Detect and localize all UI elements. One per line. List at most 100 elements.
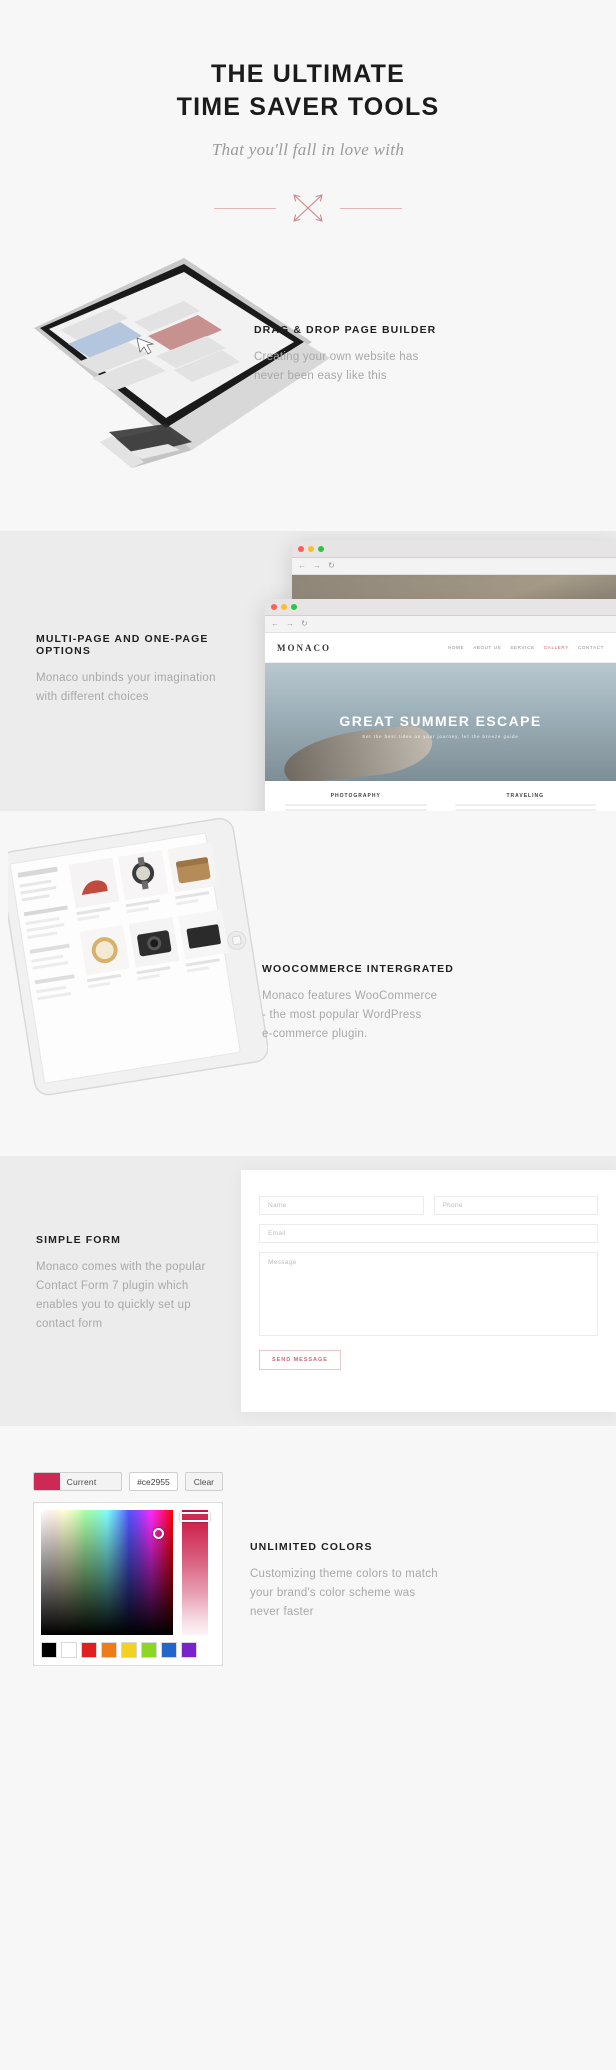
feature-drag-drop: DRAG & DROP PAGE BUILDER Creating your o… [254,324,444,386]
palette-swatch[interactable] [121,1642,137,1658]
feature-simple-form: SIMPLE FORM Monaco comes with the popula… [36,1234,226,1334]
feature-title: MULTI-PAGE AND ONE-PAGE OPTIONS [36,633,209,657]
forward-arrow-icon[interactable]: → [313,562,321,570]
section-multi-page: MULTI-PAGE AND ONE-PAGE OPTIONS Monaco u… [0,531,616,811]
feature-body: Monaco features WooCommerce - the most p… [262,987,457,1044]
site-logo: MONACO [277,642,331,653]
palette-swatch[interactable] [181,1642,197,1658]
message-textarea[interactable]: Message [259,1252,598,1336]
palette-swatch[interactable] [41,1642,57,1658]
divider-line-right [340,207,402,209]
feature-body: Monaco comes with the popular Contact Fo… [36,1258,226,1334]
feature-body: Creating your own website has never been… [254,348,444,386]
column-title: PHOTOGRAPHY [330,793,381,799]
site-nav-links: HOME ABOUT US SERVICE GALLERY CONTACT [448,645,604,650]
browser-titlebar [265,599,616,616]
clear-button[interactable]: Clear [184,1472,223,1491]
feature-woocommerce: WOOCOMMERCE INTERGRATED Monaco features … [262,963,457,1044]
feature-body-line-3: enables you to quickly set up [36,1298,191,1311]
palette-swatch[interactable] [81,1642,97,1658]
current-color-swatch [34,1473,60,1490]
site-nav-item-gallery[interactable]: GALLERY [544,645,569,650]
site-hero-caption: GREAT SUMMER ESCAPE Set the best tides o… [265,713,616,739]
browser-navbar: ← → ↻ [292,558,616,575]
site-nav-item-about[interactable]: ABOUT US [473,645,501,650]
feature-body-line-2: - the most popular WordPress [262,1008,422,1021]
feature-body-line-3: e-commerce plugin. [262,1027,368,1040]
feature-body: Customizing theme colors to match your b… [250,1565,450,1622]
site-hero-subtitle: Set the best tides on your journey, let … [362,734,519,739]
email-field[interactable]: Email [259,1224,598,1243]
feature-body-line-2: Contact Form 7 plugin which [36,1279,189,1292]
reload-icon[interactable]: ↻ [301,620,308,628]
column-title: TRAVELING [506,793,545,799]
page-subtitle: That you'll fall in love with [211,140,405,159]
page-title-line-2: TIME SAVER TOOLS [176,93,440,121]
close-icon[interactable] [271,604,277,610]
site-two-column-block: PHOTOGRAPHY Read more TRAVELING Read mor… [265,781,616,811]
landing-page: THE ULTIMATE TIME SAVER TOOLS That you'l… [0,0,616,2070]
palette-swatch[interactable] [161,1642,177,1658]
feature-body-line-3: never faster [250,1605,314,1618]
hero-section: THE ULTIMATE TIME SAVER TOOLS That you'l… [0,0,616,228]
maximize-icon[interactable] [318,546,324,552]
site-nav-item-service[interactable]: SERVICE [510,645,534,650]
palette-swatch[interactable] [141,1642,157,1658]
feature-title: WOOCOMMERCE INTERGRATED [262,963,454,975]
section-woocommerce: WOOCOMMERCE INTERGRATED Monaco features … [0,811,616,1156]
form-row-name-phone: Name Phone [259,1196,598,1215]
forward-arrow-icon[interactable]: → [286,620,294,628]
browser-window-front: ← → ↻ MONACO HOME ABOUT US SERVICE GALLE… [265,599,616,811]
saturation-value-area[interactable] [41,1510,173,1635]
site-navbar: MONACO HOME ABOUT US SERVICE GALLERY CON… [265,633,616,663]
color-palette-row [41,1642,215,1658]
feature-title: SIMPLE FORM [36,1234,122,1246]
saturation-cursor[interactable] [153,1528,164,1539]
minimize-icon[interactable] [281,604,287,610]
form-row-email: Email [259,1224,598,1243]
divider [0,188,616,228]
site-hero-title: GREAT SUMMER ESCAPE [339,713,542,729]
text-placeholder-line [285,804,427,807]
feature-body-line-2: your brand's color scheme was [250,1586,416,1599]
back-arrow-icon[interactable]: ← [271,620,279,628]
reload-icon[interactable]: ↻ [328,562,335,570]
site-column-photography: PHOTOGRAPHY Read more [279,793,433,811]
feature-body-line-1: Creating your own website has [254,351,419,363]
tablet-mockup-image [8,817,268,1096]
hex-input[interactable]: #ce2955 [129,1472,178,1491]
color-picker-panel [33,1502,223,1666]
maximize-icon[interactable] [291,604,297,610]
site-hero-banner: GREAT SUMMER ESCAPE Set the best tides o… [265,663,616,781]
feature-body-line-1: Customizing theme colors to match [250,1568,438,1580]
section-simple-form: SIMPLE FORM Monaco comes with the popula… [0,1156,616,1426]
back-arrow-icon[interactable]: ← [298,562,306,570]
browser-titlebar [292,541,616,558]
name-field[interactable]: Name [259,1196,424,1215]
feature-title: DRAG & DROP PAGE BUILDER [254,324,437,336]
crossed-arrows-icon [293,194,323,222]
site-column-traveling: TRAVELING Read more [449,793,603,811]
page-title: THE ULTIMATE TIME SAVER TOOLS [0,58,616,124]
feature-body-line-1: Monaco features WooCommerce [262,990,438,1002]
send-message-button[interactable]: SEND MESSAGE [259,1350,341,1370]
feature-body-line-2: with different choices [36,690,149,703]
color-picker-widget: Current Color #ce2955 Clear [33,1472,223,1666]
phone-field[interactable]: Phone [433,1196,598,1215]
minimize-icon[interactable] [308,546,314,552]
color-picker-main [41,1510,215,1635]
current-color-button[interactable]: Current Color [33,1472,123,1491]
close-icon[interactable] [298,546,304,552]
palette-swatch[interactable] [101,1642,117,1658]
section-unlimited-colors: Current Color #ce2955 Clear [0,1426,616,1726]
feature-body-line-1: Monaco unbinds your imagination [36,672,216,684]
feature-body: Monaco unbinds your imagination with dif… [36,669,266,707]
hue-slider-handle[interactable] [180,1512,210,1522]
contact-form: Name Phone Email Message SEND MESSAGE [241,1170,616,1412]
site-nav-item-home[interactable]: HOME [448,645,464,650]
hue-slider[interactable] [180,1510,210,1635]
current-color-label: Current Color [66,1477,97,1487]
palette-swatch[interactable] [61,1642,77,1658]
site-nav-item-contact[interactable]: CONTACT [578,645,604,650]
page-title-line-1: THE ULTIMATE [210,60,405,88]
